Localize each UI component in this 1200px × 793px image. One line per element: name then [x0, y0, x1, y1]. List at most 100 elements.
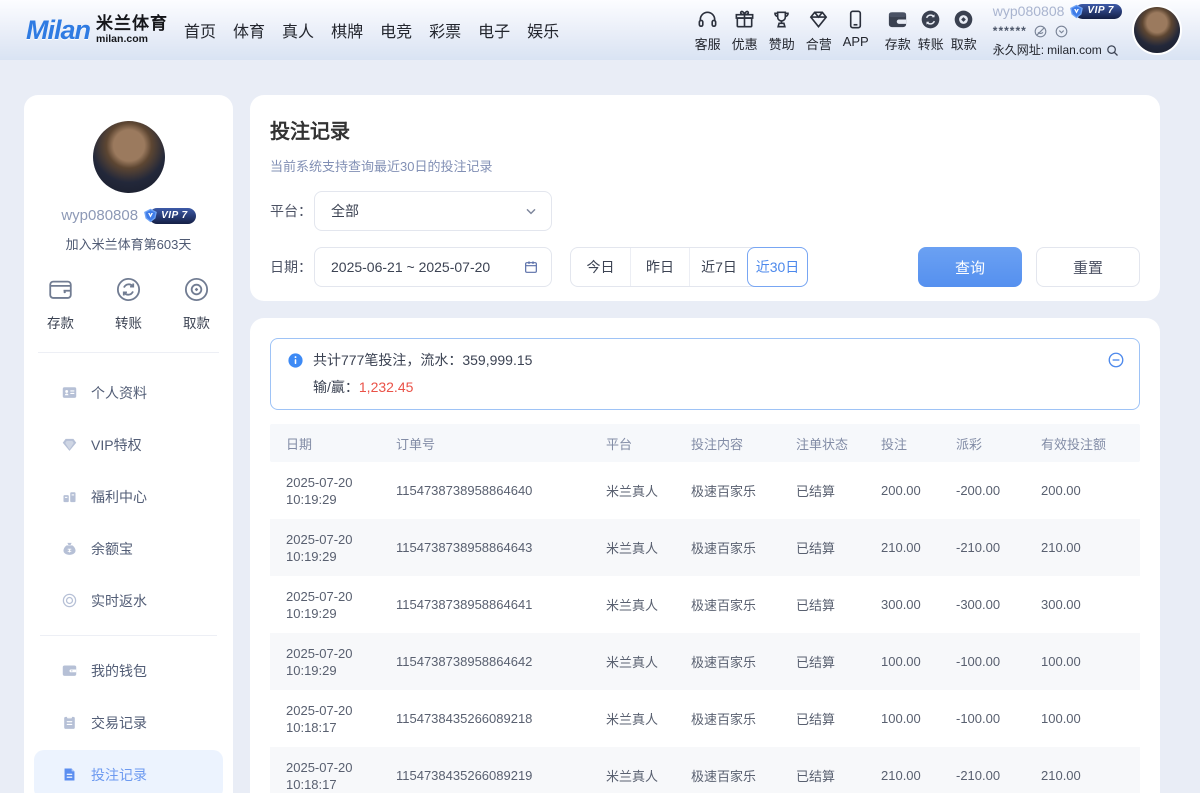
- service-app-label: APP: [843, 34, 869, 49]
- refresh-circle-icon[interactable]: [1054, 24, 1069, 39]
- cell-bet: 300.00: [881, 597, 956, 612]
- range-7days-button[interactable]: 近7日: [689, 248, 748, 286]
- magnifier-icon[interactable]: [1105, 43, 1120, 58]
- cell-payout: -300.00: [956, 597, 1041, 612]
- page-title: 投注记录: [270, 115, 1140, 144]
- page-subtitle: 当前系统支持查询最近30日的投注记录: [270, 156, 1140, 175]
- platform-row: 平台： 全部: [270, 191, 1140, 231]
- brand-logo-script: Milan: [26, 15, 90, 46]
- permanent-url-label: 永久网址:: [993, 44, 1044, 56]
- platform-value: 全部: [331, 201, 523, 221]
- id-card-icon: [61, 384, 78, 401]
- cell-status: 已结算: [796, 709, 881, 728]
- nav-item-slots[interactable]: 电子: [476, 14, 512, 46]
- cell-valid: 300.00: [1041, 597, 1140, 612]
- service-partner[interactable]: 合营: [806, 8, 832, 53]
- brand-logo[interactable]: Milan 米兰体育 milan.com: [26, 15, 168, 46]
- summary-winloss-label: 输/赢：: [313, 379, 359, 395]
- range-30days-button[interactable]: 近30日: [747, 247, 808, 287]
- cell-content: 极速百家乐: [691, 481, 796, 500]
- results-card: 共计777笔投注，流水：359,999.15 输/赢：1,232.45 日期 订…: [250, 318, 1160, 793]
- brand-logo-cn: 米兰体育: [96, 15, 168, 32]
- cell-content: 极速百家乐: [691, 538, 796, 557]
- profile-avatar[interactable]: [93, 121, 165, 193]
- eye-off-icon[interactable]: [1033, 24, 1048, 39]
- cell-valid: 200.00: [1041, 483, 1140, 498]
- service-promo[interactable]: 优惠: [732, 8, 758, 53]
- range-today-button[interactable]: 今日: [571, 248, 630, 286]
- cell-order: 1154738435266089219: [396, 768, 606, 783]
- permanent-url-value: milan.com: [1047, 44, 1102, 56]
- info-icon: [287, 352, 304, 369]
- collapse-icon[interactable]: [1107, 351, 1125, 369]
- nav-item-sports[interactable]: 体育: [231, 14, 267, 46]
- nav-item-home[interactable]: 首页: [182, 14, 218, 46]
- filter-card: 投注记录 当前系统支持查询最近30日的投注记录 平台： 全部 日期： 2025-…: [250, 95, 1160, 301]
- service-shortcuts: 客服 优惠 赞助 合营 APP: [695, 8, 869, 53]
- search-button[interactable]: 查询: [918, 247, 1022, 287]
- date-range-input[interactable]: 2025-06-21 ~ 2025-07-20: [314, 247, 552, 287]
- header-withdraw[interactable]: 取款: [951, 8, 977, 53]
- cell-platform: 米兰真人: [606, 538, 691, 557]
- sidebar-quick-actions: 存款 转账 取款: [24, 275, 233, 332]
- quick-transfer[interactable]: 转账: [114, 275, 143, 332]
- clipboard-icon: [61, 714, 78, 731]
- headset-icon: [696, 8, 719, 31]
- cell-status: 已结算: [796, 481, 881, 500]
- welfare-icon: [61, 488, 78, 505]
- sidebar-item-yuebao[interactable]: 余额宝: [34, 524, 223, 573]
- transfer-outline-icon: [114, 275, 143, 304]
- header-deposit[interactable]: 存款: [885, 8, 911, 53]
- wallet-shortcuts: 存款 转账 取款: [885, 8, 977, 53]
- calendar-icon: [523, 259, 539, 275]
- table-row: 2025-07-2010:18:17 1154738435266089219 米…: [270, 747, 1140, 793]
- nav-item-entertainment[interactable]: 娱乐: [525, 14, 561, 46]
- sidebar-item-profile[interactable]: 个人资料: [34, 368, 223, 417]
- cell-status: 已结算: [796, 766, 881, 785]
- service-app[interactable]: APP: [843, 8, 869, 53]
- header-transfer[interactable]: 转账: [918, 8, 944, 53]
- summary-turnover-label: 流水：: [420, 352, 462, 368]
- cell-date: 2025-07-2010:19:29: [286, 588, 396, 622]
- service-sponsor[interactable]: 赞助: [769, 8, 795, 53]
- table-header-row: 日期 订单号 平台 投注内容 注单状态 投注 派彩 有效投注额: [270, 424, 1140, 462]
- platform-label: 平台：: [270, 201, 314, 221]
- sidebar-item-transactions[interactable]: 交易记录: [34, 698, 223, 747]
- sidebar-menu: 个人资料 VIP特权 福利中心 余额宝 实时返水 我的钱包 交易记录: [24, 353, 233, 793]
- cell-valid: 210.00: [1041, 540, 1140, 555]
- sidebar-item-rebate[interactable]: 实时返水: [34, 576, 223, 625]
- cell-order: 1154738738958864642: [396, 654, 606, 669]
- range-yesterday-button[interactable]: 昨日: [630, 248, 689, 286]
- summary-total: 共计777笔投注，: [313, 352, 420, 368]
- col-date: 日期: [286, 434, 396, 453]
- quick-withdraw[interactable]: 取款: [182, 275, 211, 332]
- sidebar-item-wallet[interactable]: 我的钱包: [34, 646, 223, 695]
- cell-date: 2025-07-2010:19:29: [286, 645, 396, 679]
- summary-banner: 共计777笔投注，流水：359,999.15 输/赢：1,232.45: [270, 338, 1140, 410]
- wallet-fill-icon: [61, 662, 78, 679]
- sidebar-item-vip[interactable]: VIP特权: [34, 420, 223, 469]
- nav-item-esports[interactable]: 电竞: [378, 14, 414, 46]
- col-platform: 平台: [606, 434, 691, 453]
- cell-status: 已结算: [796, 538, 881, 557]
- quick-deposit[interactable]: 存款: [46, 275, 75, 332]
- sidebar-item-bet-records[interactable]: 投注记录: [34, 750, 223, 793]
- cell-status: 已结算: [796, 652, 881, 671]
- nav-item-lottery[interactable]: 彩票: [427, 14, 463, 46]
- service-support[interactable]: 客服: [695, 8, 721, 53]
- quick-deposit-label: 存款: [47, 312, 74, 332]
- sidebar-item-welfare[interactable]: 福利中心: [34, 472, 223, 521]
- withdraw-outline-icon: [182, 275, 211, 304]
- cell-status: 已结算: [796, 595, 881, 614]
- table-body: 2025-07-2010:19:29 1154738738958864640 米…: [270, 462, 1140, 793]
- platform-select[interactable]: 全部: [314, 191, 552, 231]
- sidebar-item-label: 我的钱包: [91, 661, 147, 681]
- service-partner-label: 合营: [806, 34, 832, 53]
- avatar[interactable]: [1134, 7, 1180, 53]
- nav-item-cards[interactable]: 棋牌: [329, 14, 365, 46]
- nav-item-live[interactable]: 真人: [280, 14, 316, 46]
- sidebar-item-label: 个人资料: [91, 383, 147, 403]
- summary-winloss-value: 1,232.45: [359, 379, 414, 395]
- col-content: 投注内容: [691, 434, 796, 453]
- reset-button[interactable]: 重置: [1036, 247, 1140, 287]
